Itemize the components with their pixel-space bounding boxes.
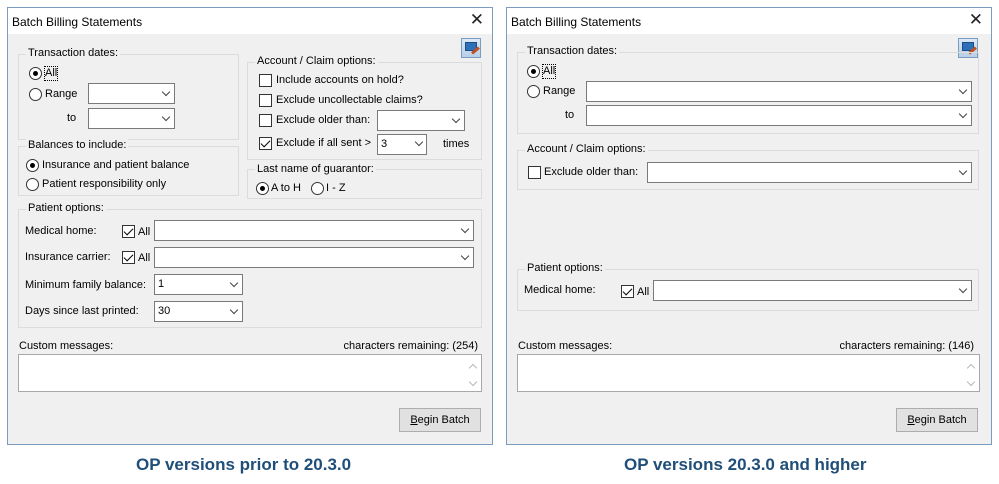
times-label: times [443, 138, 470, 150]
left-caption: OP versions prior to 20.3.0 [136, 455, 352, 474]
exclude-uncollectable-label: Exclude uncollectable claims? [276, 94, 423, 106]
exclude-uncollectable-checkbox[interactable] [259, 94, 272, 107]
all-dates-label: All [43, 66, 59, 81]
range-start-select[interactable] [586, 81, 972, 102]
chevron-down-icon [460, 251, 470, 261]
scroll-up-icon[interactable] [966, 363, 976, 373]
balances-label: Balances to include: [26, 139, 129, 151]
right-window-title: Batch Billing Statements [511, 15, 642, 29]
insurance-carrier-select[interactable] [154, 247, 474, 268]
custom-messages-textarea[interactable] [517, 354, 980, 392]
range-end-select[interactable] [586, 105, 972, 126]
chevron-down-icon [958, 109, 968, 119]
characters-remaining: characters remaining: (254) [343, 340, 478, 352]
exclude-if-sent-label: Exclude if all sent > [276, 137, 372, 149]
medical-home-select[interactable] [154, 220, 474, 241]
exclude-older-than-select[interactable] [377, 110, 465, 131]
begin-batch-button[interactable]: Begin Batch [399, 408, 481, 432]
right-dialog-window: Batch Billing Statements ✕ Transaction d… [506, 7, 992, 445]
close-icon[interactable]: ✕ [969, 11, 983, 29]
medical-home-all-checkbox[interactable] [122, 225, 135, 238]
left-title-bar: Batch Billing Statements ✕ [8, 8, 492, 34]
chevron-down-icon [451, 114, 461, 124]
range-to-label: to [67, 112, 77, 124]
insurance-and-patient-label: Insurance and patient balance [42, 159, 190, 171]
exclude-older-than-checkbox[interactable] [528, 166, 541, 179]
include-on-hold-checkbox[interactable] [259, 74, 272, 87]
chevron-down-icon [958, 284, 968, 294]
scroll-down-icon[interactable] [468, 377, 478, 387]
guarantor-i-to-z-radio[interactable] [311, 182, 324, 195]
chevron-down-icon [229, 278, 239, 288]
scroll-down-icon[interactable] [966, 377, 976, 387]
insurance-and-patient-radio[interactable] [26, 159, 39, 172]
chevron-down-icon [229, 305, 239, 315]
account-claim-label: Account / Claim options: [525, 143, 648, 155]
exclude-older-than-label: Exclude older than: [276, 114, 371, 126]
right-caption: OP versions 20.3.0 and higher [624, 455, 867, 474]
chevron-down-icon [414, 137, 424, 147]
all-dates-radio[interactable] [29, 67, 42, 80]
exclude-if-sent-checkbox[interactable] [259, 137, 272, 150]
transaction-dates-label: Transaction dates: [26, 47, 121, 59]
range-end-select[interactable] [88, 108, 175, 129]
chevron-down-icon [958, 85, 968, 95]
range-dates-radio[interactable] [527, 85, 540, 98]
patient-responsibility-radio[interactable] [26, 178, 39, 191]
account-claim-label: Account / Claim options: [255, 55, 378, 67]
min-family-balance-value: 1 [158, 278, 165, 290]
patient-responsibility-label: Patient responsibility only [42, 178, 167, 190]
left-dialog-window: Batch Billing Statements ✕ Transaction d… [7, 7, 493, 445]
medical-home-label: Medical home: [25, 225, 97, 237]
chevron-down-icon [460, 224, 470, 234]
medical-home-all-checkbox[interactable] [621, 285, 634, 298]
range-start-select[interactable] [88, 83, 175, 104]
custom-messages-textarea[interactable] [18, 354, 482, 392]
insurance-carrier-label: Insurance carrier: [25, 251, 111, 263]
transaction-dates-label: Transaction dates: [525, 45, 620, 57]
custom-messages-label: Custom messages: [19, 340, 114, 352]
insurance-carrier-all-checkbox[interactable] [122, 251, 135, 264]
exclude-if-sent-count-value: 3 [381, 138, 388, 150]
min-family-balance-label: Minimum family balance: [25, 279, 147, 291]
range-to-label: to [565, 109, 575, 121]
scroll-up-icon[interactable] [468, 363, 478, 373]
medical-home-label: Medical home: [524, 284, 596, 296]
min-family-balance-select[interactable]: 1 [154, 274, 243, 295]
patient-options-label: Patient options: [525, 262, 605, 274]
chevron-down-icon [161, 112, 171, 122]
chevron-down-icon [958, 166, 968, 176]
left-window-title: Batch Billing Statements [12, 15, 143, 29]
range-dates-radio[interactable] [29, 88, 42, 101]
range-dates-label: Range [45, 88, 78, 100]
computer-edit-icon[interactable] [461, 38, 481, 58]
exclude-older-than-checkbox[interactable] [259, 114, 272, 127]
all-dates-radio[interactable] [527, 65, 540, 78]
close-icon[interactable]: ✕ [470, 11, 484, 29]
chevron-down-icon [161, 87, 171, 97]
begin-batch-button[interactable]: Begin Batch [896, 408, 978, 432]
patient-options-label: Patient options: [26, 202, 106, 214]
medical-home-all-label: All [637, 286, 650, 298]
guarantor-a-to-h-label: A to H [271, 182, 301, 194]
insurance-carrier-all-label: All [138, 252, 151, 264]
days-since-printed-select[interactable]: 30 [154, 301, 243, 322]
all-dates-label: All [541, 64, 557, 79]
custom-messages-label: Custom messages: [518, 340, 613, 352]
medical-home-select[interactable] [653, 280, 972, 301]
guarantor-a-to-h-radio[interactable] [256, 182, 269, 195]
right-title-bar: Batch Billing Statements ✕ [507, 8, 991, 34]
exclude-if-sent-count-input[interactable]: 3 [377, 134, 427, 155]
guarantor-i-to-z-label: I - Z [326, 182, 346, 194]
medical-home-all-label: All [138, 226, 151, 238]
range-dates-label: Range [543, 85, 576, 97]
days-since-printed-value: 30 [158, 305, 171, 317]
days-since-printed-label: Days since last printed: [25, 305, 139, 317]
characters-remaining: characters remaining: (146) [839, 340, 974, 352]
guarantor-label: Last name of guarantor: [255, 163, 376, 175]
include-on-hold-label: Include accounts on hold? [276, 74, 404, 86]
exclude-older-than-select[interactable] [647, 162, 972, 183]
exclude-older-than-label: Exclude older than: [544, 166, 639, 178]
